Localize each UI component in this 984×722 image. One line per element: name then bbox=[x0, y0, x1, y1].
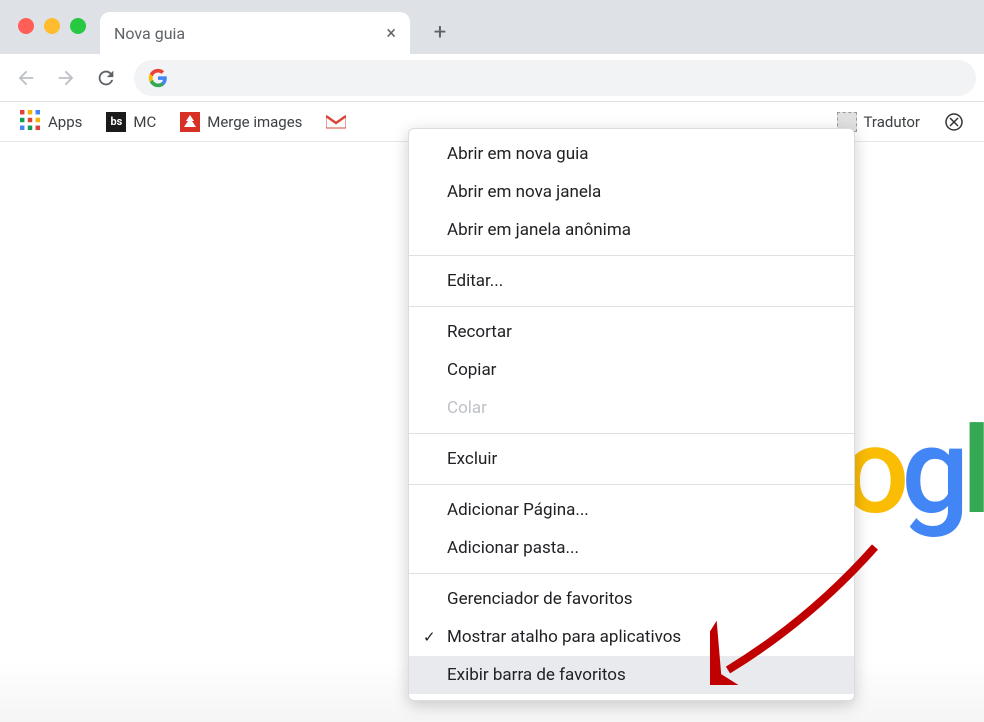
checkmark-icon: ✓ bbox=[423, 628, 436, 646]
menu-separator bbox=[409, 306, 854, 307]
menu-item-paste: Colar bbox=[409, 389, 854, 427]
menu-separator bbox=[409, 484, 854, 485]
address-bar[interactable] bbox=[134, 60, 976, 96]
bookmark-item-extension[interactable] bbox=[936, 108, 972, 136]
tab-strip: Nova guia × + bbox=[100, 0, 458, 54]
apps-grid-icon bbox=[20, 110, 40, 134]
back-button[interactable] bbox=[8, 60, 44, 96]
google-logo-partial: ogl bbox=[841, 402, 984, 542]
arrow-right-icon bbox=[55, 67, 77, 89]
menu-item-open-new-tab[interactable]: Abrir em nova guia bbox=[409, 135, 854, 173]
reload-icon bbox=[95, 67, 117, 89]
google-g-icon bbox=[148, 68, 168, 88]
window-titlebar: Nova guia × + bbox=[0, 0, 984, 54]
bookmark-item-gmail[interactable] bbox=[318, 108, 354, 136]
menu-separator bbox=[409, 433, 854, 434]
menu-item-cut[interactable]: Recortar bbox=[409, 313, 854, 351]
menu-item-open-incognito[interactable]: Abrir em janela anônima bbox=[409, 211, 854, 249]
tab-title: Nova guia bbox=[114, 24, 185, 43]
gmail-icon bbox=[326, 112, 346, 132]
extension-icon bbox=[944, 112, 964, 132]
navigation-toolbar bbox=[0, 54, 984, 102]
bs-icon: bs bbox=[106, 112, 126, 132]
window-minimize-button[interactable] bbox=[44, 18, 60, 34]
menu-item-edit[interactable]: Editar... bbox=[409, 262, 854, 300]
menu-item-copy[interactable]: Copiar bbox=[409, 351, 854, 389]
menu-item-add-folder[interactable]: Adicionar pasta... bbox=[409, 529, 854, 567]
browser-tab[interactable]: Nova guia × bbox=[100, 12, 410, 54]
menu-item-show-apps-shortcut[interactable]: ✓Mostrar atalho para aplicativos bbox=[409, 618, 854, 656]
menu-item-bookmark-manager[interactable]: Gerenciador de favoritos bbox=[409, 580, 854, 618]
menu-item-delete[interactable]: Excluir bbox=[409, 440, 854, 478]
tree-icon bbox=[180, 112, 200, 132]
window-close-button[interactable] bbox=[18, 18, 34, 34]
apps-label: Apps bbox=[48, 113, 82, 131]
bookmark-label: Merge images bbox=[207, 113, 302, 131]
context-menu: Abrir em nova guia Abrir em nova janela … bbox=[408, 128, 855, 701]
tab-close-icon[interactable]: × bbox=[386, 23, 396, 44]
bookmark-item-mc[interactable]: bs MC bbox=[98, 108, 164, 136]
new-tab-button[interactable]: + bbox=[422, 14, 458, 50]
bookmark-label: MC bbox=[133, 113, 156, 131]
menu-item-show-bookmarks-bar[interactable]: Exibir barra de favoritos bbox=[409, 656, 854, 694]
apps-shortcut[interactable]: Apps bbox=[12, 106, 90, 138]
window-controls bbox=[18, 18, 86, 34]
bookmark-label: Tradutor bbox=[864, 113, 920, 131]
menu-separator bbox=[409, 573, 854, 574]
bookmark-item-merge-images[interactable]: Merge images bbox=[172, 108, 310, 136]
reload-button[interactable] bbox=[88, 60, 124, 96]
menu-separator bbox=[409, 255, 854, 256]
menu-item-open-new-window[interactable]: Abrir em nova janela bbox=[409, 173, 854, 211]
arrow-left-icon bbox=[15, 67, 37, 89]
window-maximize-button[interactable] bbox=[70, 18, 86, 34]
menu-item-add-page[interactable]: Adicionar Página... bbox=[409, 491, 854, 529]
forward-button[interactable] bbox=[48, 60, 84, 96]
